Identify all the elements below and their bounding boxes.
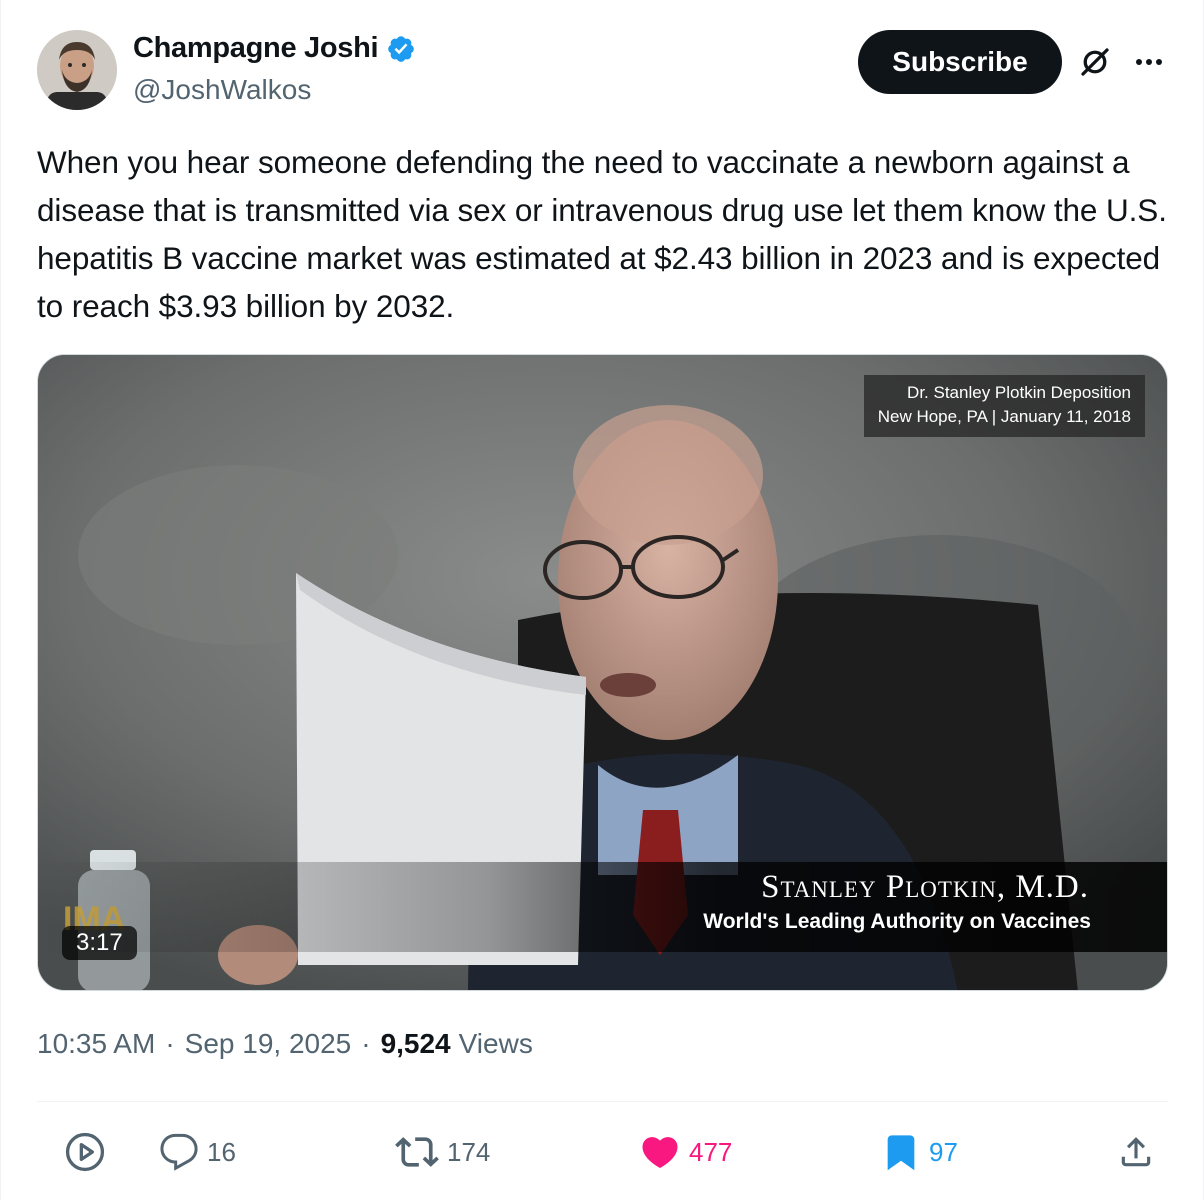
author-name-row[interactable]: Champagne Joshi (133, 32, 416, 65)
author-handle[interactable]: @JoshWalkos (133, 74, 311, 106)
author-display-name[interactable]: Champagne Joshi (133, 32, 379, 65)
caption-location-date: New Hope, PA | January 11, 2018 (877, 407, 1131, 426)
caption-deposition-title: Dr. Stanley Plotkin Deposition (907, 383, 1131, 402)
video-caption-top: Dr. Stanley Plotkin Deposition New Hope,… (863, 375, 1145, 437)
play-button[interactable] (63, 1128, 107, 1176)
avatar[interactable] (37, 30, 117, 110)
bookmark-count: 97 (929, 1136, 958, 1167)
tweet-meta: 10:35 AM · Sep 19, 2025 · 9,524 Views (37, 1028, 533, 1060)
more-icon[interactable] (1131, 44, 1167, 80)
retweet-button[interactable]: 174 (395, 1128, 490, 1176)
meta-separator: · (165, 1028, 175, 1059)
tweet-text: When you hear someone defending the need… (37, 144, 1167, 324)
share-icon (1121, 1137, 1151, 1167)
retweet-count: 174 (447, 1136, 491, 1167)
grok-icon[interactable] (1077, 44, 1113, 80)
video-duration-badge: 3:17 (62, 926, 137, 960)
reply-count: 16 (207, 1136, 236, 1167)
heart-filled-icon (642, 1137, 678, 1169)
share-button[interactable] (1117, 1128, 1155, 1176)
lower-third-name: Stanley Plotkin, M.D. (761, 869, 1089, 905)
lower-third-title: World's Leading Authority on Vaccines (703, 910, 1091, 933)
reply-icon (160, 1133, 198, 1171)
meta-separator: · (361, 1028, 371, 1059)
verified-badge-icon (388, 35, 415, 62)
tweet-time[interactable]: 10:35 AM (37, 1028, 155, 1060)
divider (37, 1101, 1168, 1102)
video-player[interactable]: IMA Dr. Stanley Plotkin Deposition New H… (37, 354, 1168, 991)
play-icon (65, 1132, 105, 1172)
tweet-date[interactable]: Sep 19, 2025 (185, 1028, 352, 1060)
retweet-icon (395, 1137, 439, 1167)
like-count: 477 (689, 1136, 733, 1167)
bookmark-button[interactable]: 97 (881, 1128, 958, 1176)
reply-button[interactable]: 16 (159, 1128, 236, 1176)
subscribe-button[interactable]: Subscribe (858, 30, 1062, 94)
bookmark-filled-icon (887, 1135, 915, 1171)
tweet-card: Champagne Joshi @JoshWalkos Subscribe Wh… (0, 0, 1204, 1200)
views-count[interactable]: 9,524 (381, 1028, 451, 1060)
like-button[interactable]: 477 (639, 1128, 732, 1176)
views-label[interactable]: Views (459, 1028, 533, 1060)
